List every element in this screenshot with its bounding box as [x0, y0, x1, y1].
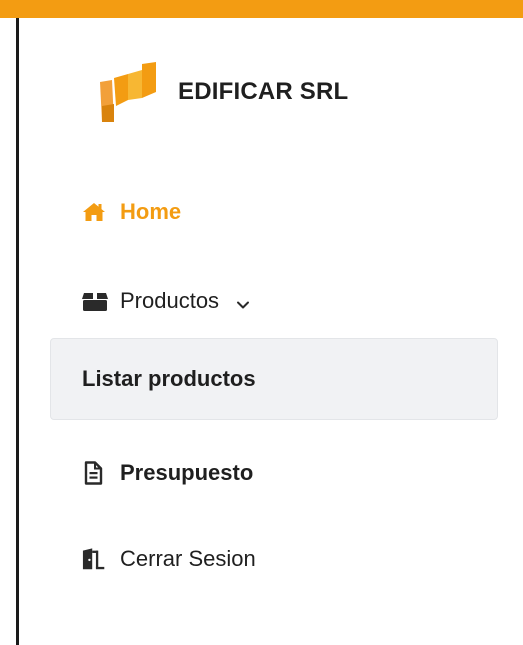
nav-item-cerrar-sesion[interactable]: Cerrar Sesion [82, 546, 256, 572]
brand-name: EDIFICAR SRL [178, 78, 349, 105]
door-exit-icon [82, 547, 108, 571]
submenu-item-listar-productos[interactable]: Listar productos [50, 338, 498, 420]
building-flags-logo-icon [98, 60, 158, 124]
box-icon [82, 289, 108, 313]
nav-item-label: Productos [120, 288, 220, 313]
nav-item-label: Home [120, 199, 182, 224]
brand[interactable]: EDIFICAR SRL [98, 60, 348, 124]
home-icon [82, 200, 108, 224]
document-icon [82, 461, 108, 485]
top-accent-bar [0, 0, 523, 18]
nav-item-label: Presupuesto [120, 460, 254, 485]
nav-item-productos[interactable]: Productos [82, 288, 251, 314]
nav-item-home[interactable]: Home [82, 199, 181, 225]
nav-item-presupuesto[interactable]: Presupuesto [82, 460, 253, 486]
nav-item-label: Cerrar Sesion [120, 546, 256, 571]
sidebar-panel: EDIFICAR SRL Home Productos Listar produ… [0, 0, 523, 645]
submenu-item-label: Listar productos [82, 366, 256, 391]
left-border [16, 18, 19, 645]
chevron-down-icon[interactable] [235, 293, 251, 309]
